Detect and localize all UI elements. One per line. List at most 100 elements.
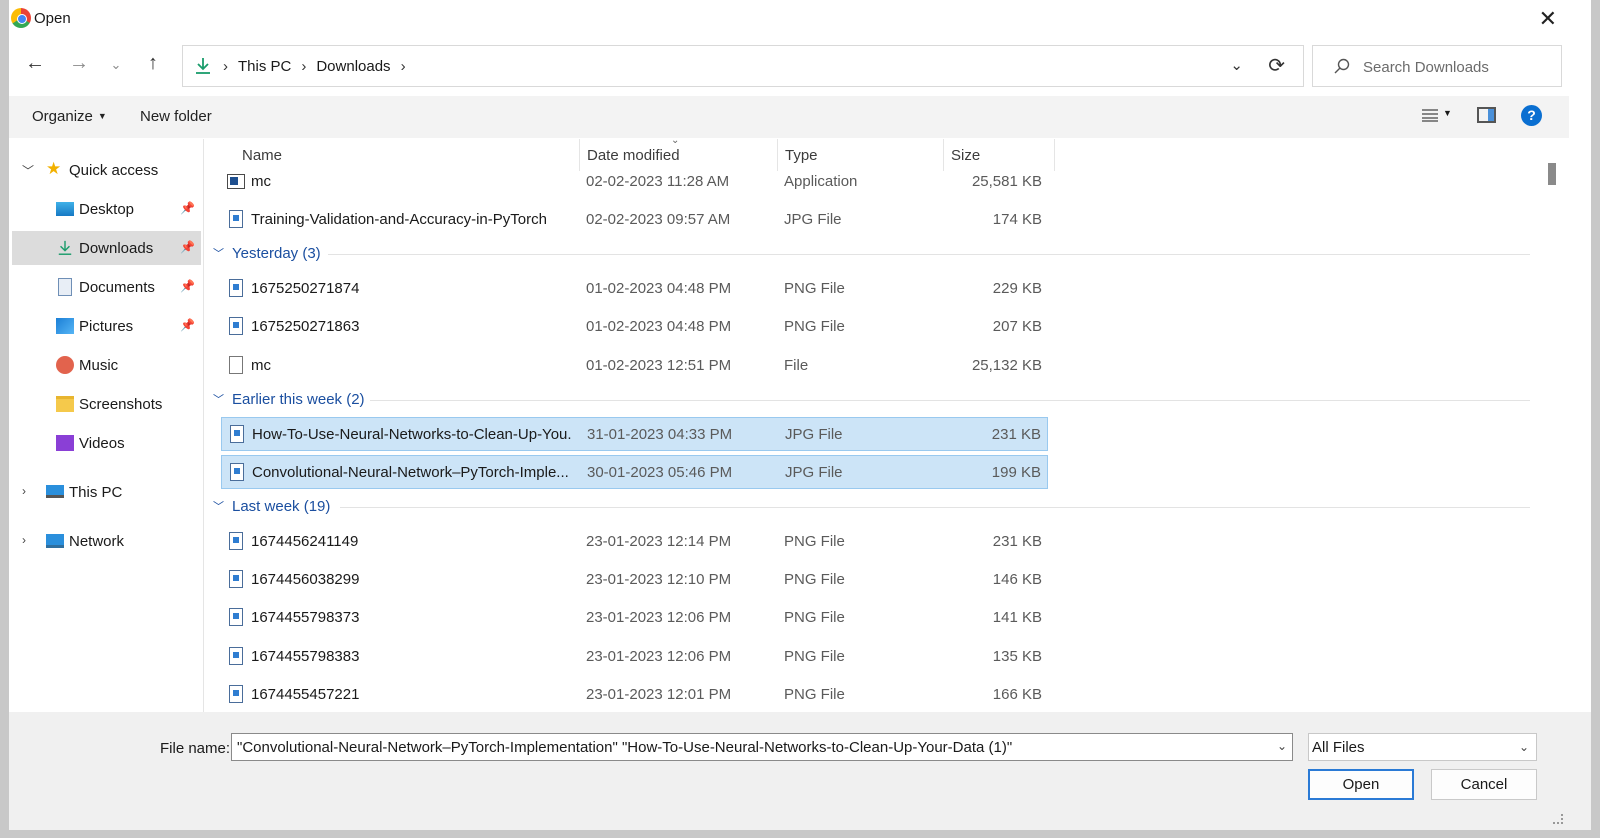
search-icon xyxy=(1334,58,1350,74)
file-row[interactable]: 1675250271863 01-02-2023 04:48 PM PNG Fi… xyxy=(221,310,1048,344)
file-row[interactable]: 1674455457221 23-01-2023 12:01 PM PNG Fi… xyxy=(221,678,1048,712)
file-type-filter[interactable]: All Files ⌄ xyxy=(1308,733,1537,761)
recent-locations-chevron-icon[interactable]: ⌄ xyxy=(102,57,130,73)
file-row[interactable]: mc 02-02-2023 11:28 AM Application 25,58… xyxy=(221,165,1048,199)
group-divider xyxy=(340,507,1530,508)
search-input[interactable]: Search Downloads xyxy=(1312,45,1562,87)
blank-file-icon xyxy=(229,356,243,374)
back-arrow-icon[interactable]: ← xyxy=(21,52,49,75)
column-divider[interactable] xyxy=(1054,139,1055,171)
file-type: PNG File xyxy=(784,318,845,335)
sidebar-item-label: Videos xyxy=(79,435,125,452)
caret-down-icon: ▼ xyxy=(97,111,107,121)
sidebar-item-documents[interactable]: Documents 📌 xyxy=(12,270,201,304)
vertical-scrollbar[interactable] xyxy=(1541,139,1559,712)
footer-panel: File name: "Convolutional-Neural-Network… xyxy=(9,712,1591,830)
window-title: Open xyxy=(34,10,71,27)
sidebar-item-this-pc[interactable]: › This PC xyxy=(12,475,201,509)
download-icon xyxy=(58,240,72,255)
breadcrumb: › This PC › Downloads › xyxy=(223,58,416,75)
file-date: 31-01-2023 04:33 PM xyxy=(587,426,733,443)
sidebar-item-music[interactable]: Music xyxy=(12,348,201,382)
file-name-label: File name: xyxy=(160,740,231,757)
sidebar-item-label: Screenshots xyxy=(79,396,163,413)
file-row[interactable]: 1674456241149 23-01-2023 12:14 PM PNG Fi… xyxy=(221,525,1048,559)
image-file-icon xyxy=(229,279,243,297)
pin-icon[interactable]: 📌 xyxy=(180,240,195,254)
resize-grip-icon[interactable] xyxy=(1553,814,1563,824)
sidebar-item-network[interactable]: › Network xyxy=(12,524,201,558)
sidebar-item-screenshots[interactable]: Screenshots xyxy=(12,387,201,421)
command-bar: Organize ▼ New folder ▼ ? xyxy=(9,96,1569,138)
organize-button[interactable]: Organize ▼ xyxy=(32,108,107,125)
file-date: 23-01-2023 12:10 PM xyxy=(586,571,732,588)
preview-pane-icon[interactable] xyxy=(1477,107,1496,123)
file-type: Application xyxy=(784,173,858,190)
file-date: 02-02-2023 11:28 AM xyxy=(586,173,730,190)
file-name: 1675250271874 xyxy=(251,280,360,297)
file-row[interactable]: How-To-Use-Neural-Networks-to-Clean-Up-Y… xyxy=(221,417,1048,451)
file-name: 1675250271863 xyxy=(251,318,360,335)
up-arrow-icon[interactable]: ↑ xyxy=(139,52,167,75)
desktop-icon xyxy=(56,202,74,216)
file-size: 146 KB xyxy=(992,571,1042,588)
file-row[interactable]: Training-Validation-and-Accuracy-in-PyTo… xyxy=(221,203,1048,237)
pin-icon[interactable]: 📌 xyxy=(180,318,195,332)
file-type: JPG File xyxy=(785,426,843,443)
sidebar-item-quick-access[interactable]: ﹀ ★ Quick access xyxy=(12,153,201,187)
breadcrumb-downloads[interactable]: Downloads xyxy=(316,58,390,75)
view-list-icon[interactable] xyxy=(1421,108,1439,122)
sidebar-item-pictures[interactable]: Pictures 📌 xyxy=(12,309,201,343)
file-row[interactable]: 1674455798373 23-01-2023 12:06 PM PNG Fi… xyxy=(221,601,1048,635)
breadcrumb-separator-icon[interactable]: › xyxy=(401,58,406,75)
file-name: mc xyxy=(251,357,271,374)
file-name-field[interactable]: "Convolutional-Neural-Network–PyTorch-Im… xyxy=(231,733,1293,761)
chevron-right-icon[interactable]: › xyxy=(22,484,26,498)
file-row[interactable]: 1674456038299 23-01-2023 12:10 PM PNG Fi… xyxy=(221,563,1048,597)
pin-icon[interactable]: 📌 xyxy=(180,201,195,215)
image-file-icon xyxy=(229,647,243,665)
close-icon[interactable]: ✕ xyxy=(1539,6,1557,32)
cancel-button[interactable]: Cancel xyxy=(1431,769,1537,800)
file-type: JPG File xyxy=(785,464,843,481)
sidebar-item-videos[interactable]: Videos xyxy=(12,426,201,460)
file-date: 30-01-2023 05:46 PM xyxy=(587,464,733,481)
new-folder-button[interactable]: New folder xyxy=(140,108,212,125)
chevron-down-icon: ﹀ xyxy=(213,248,224,260)
file-name-dropdown-icon[interactable]: ⌄ xyxy=(1277,739,1287,753)
breadcrumb-this-pc[interactable]: This PC xyxy=(238,58,291,75)
address-bar[interactable]: › This PC › Downloads › ⌄ ⟳ xyxy=(182,45,1304,87)
download-icon xyxy=(196,58,210,74)
file-size: 231 KB xyxy=(991,426,1041,443)
group-header-yesterday[interactable]: ﹀ Yesterday (3) xyxy=(210,241,1530,267)
application-icon xyxy=(227,174,245,189)
view-options-caret-icon[interactable]: ▼ xyxy=(1443,108,1452,118)
file-name: 1674455457221 xyxy=(251,686,360,703)
sidebar-item-label: Documents xyxy=(79,279,155,296)
file-row[interactable]: 1675250271874 01-02-2023 04:48 PM PNG Fi… xyxy=(221,272,1048,306)
group-header-last-week[interactable]: ﹀ Last week (19) xyxy=(210,494,1530,520)
chevron-right-icon[interactable]: › xyxy=(22,533,26,547)
address-dropdown-chevron-icon[interactable]: ⌄ xyxy=(1230,56,1243,74)
network-icon xyxy=(46,534,64,548)
chevron-down-icon[interactable]: ﹀ xyxy=(22,162,34,179)
image-file-icon xyxy=(229,532,243,550)
image-file-icon xyxy=(230,463,244,481)
videos-icon xyxy=(56,435,74,451)
file-row[interactable]: 1674455798383 23-01-2023 12:06 PM PNG Fi… xyxy=(221,640,1048,674)
forward-arrow-icon[interactable]: → xyxy=(65,52,93,75)
pictures-icon xyxy=(56,318,74,334)
open-button[interactable]: Open xyxy=(1308,769,1414,800)
group-header-earlier-this-week[interactable]: ﹀ Earlier this week (2) xyxy=(210,387,1530,413)
file-row[interactable]: mc 01-02-2023 12:51 PM File 25,132 KB xyxy=(221,349,1048,383)
sidebar-item-downloads[interactable]: Downloads 📌 xyxy=(12,231,201,265)
group-divider xyxy=(328,254,1530,255)
pin-icon[interactable]: 📌 xyxy=(180,279,195,293)
file-row[interactable]: Convolutional-Neural-Network–PyTorch-Imp… xyxy=(221,455,1048,489)
sidebar-item-label: Music xyxy=(79,357,119,374)
file-type: PNG File xyxy=(784,686,845,703)
help-icon[interactable]: ? xyxy=(1521,105,1542,126)
scrollbar-thumb[interactable] xyxy=(1548,163,1556,185)
sidebar-item-desktop[interactable]: Desktop 📌 xyxy=(12,192,201,226)
refresh-icon[interactable]: ⟳ xyxy=(1268,53,1285,78)
